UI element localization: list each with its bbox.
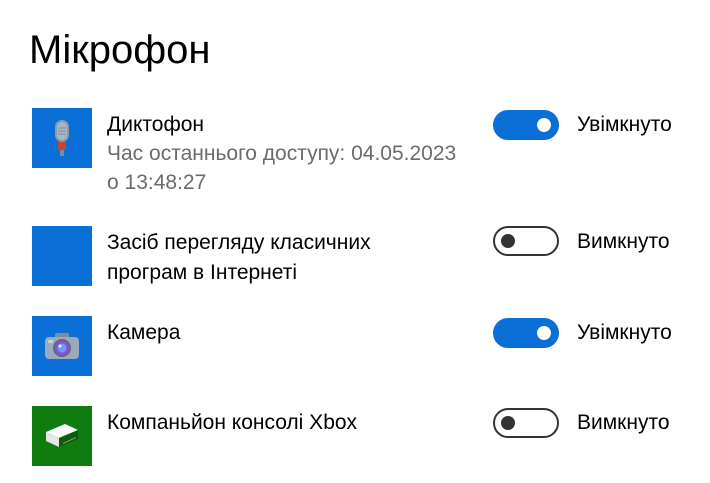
toggle-status-label: Вимкнуто xyxy=(577,230,670,253)
last-access-date: Час останнього доступу: 04.05.2023 xyxy=(107,142,457,165)
app-name-line-1: Засіб перегляду класичних xyxy=(107,231,371,254)
app-name: Засіб перегляду класичних програм в Інте… xyxy=(107,228,487,288)
app-name: Камера xyxy=(107,321,181,344)
last-access-info: Час останнього доступу: 04.05.2023 о 13:… xyxy=(107,139,487,197)
toggle-knob xyxy=(501,234,515,248)
app-row-camera: Камера Увімкнуто xyxy=(32,316,692,376)
toggle-knob xyxy=(537,326,551,340)
toggle-status-label: Увімкнуто xyxy=(577,321,672,344)
camera-toggle[interactable] xyxy=(493,318,559,348)
xbox-console-companion-toggle[interactable] xyxy=(493,408,559,438)
voice-recorder-toggle[interactable] xyxy=(493,110,559,140)
microphone-icon xyxy=(32,108,92,168)
toggle-status-label: Вимкнуто xyxy=(577,411,670,434)
app-name: Компаньйон консолі Xbox xyxy=(107,411,358,434)
xbox-console-icon xyxy=(32,406,92,466)
last-access-time: о 13:48:27 xyxy=(107,171,207,194)
app-row-xbox-console-companion: Компаньйон консолі Xbox Вимкнуто xyxy=(32,406,692,466)
toggle-knob xyxy=(537,118,551,132)
camera-icon xyxy=(32,316,92,376)
app-row-voice-recorder: Диктофон Час останнього доступу: 04.05.2… xyxy=(32,108,692,198)
page-title: Мікрофон xyxy=(29,28,211,72)
app-name: Диктофон xyxy=(107,113,204,136)
blank-app-icon xyxy=(32,226,92,286)
microphone-settings-page: Мікрофон Диктофон Час останнього доступу… xyxy=(0,0,710,483)
app-name-line-2: програм в Інтернеті xyxy=(107,261,298,284)
toggle-knob xyxy=(501,416,515,430)
classic-apps-viewer-toggle[interactable] xyxy=(493,226,559,256)
toggle-status-label: Увімкнуто xyxy=(577,113,672,136)
app-row-classic-apps-viewer: Засіб перегляду класичних програм в Інте… xyxy=(32,226,692,286)
